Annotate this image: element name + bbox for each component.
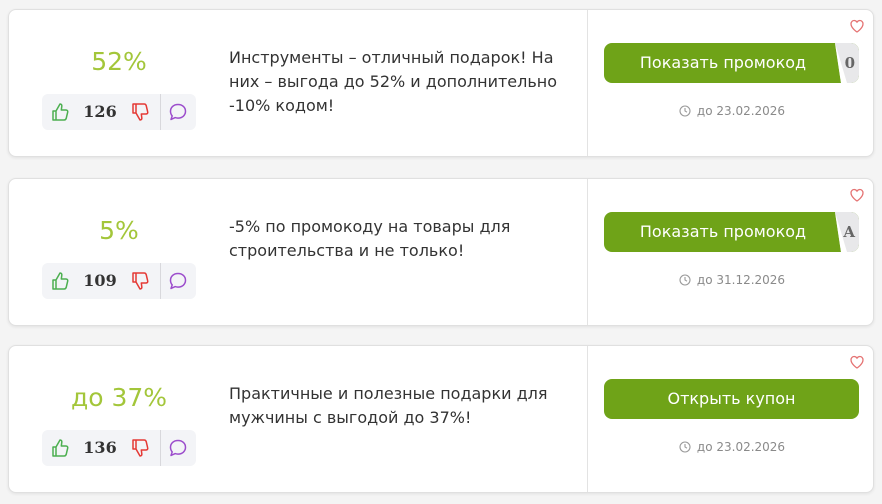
show-promo-code-button[interactable]: Показать промокод A — [604, 212, 859, 252]
button-label: Показать промокод — [639, 222, 807, 241]
clock-icon — [679, 274, 691, 286]
coupon-description: Практичные и полезные подарки для мужчин… — [229, 384, 548, 427]
code-peek: A — [827, 212, 859, 252]
expiry-text: до 31.12.2026 — [696, 273, 786, 287]
divider — [160, 430, 161, 466]
expiry-date: до 23.02.2026 — [588, 440, 876, 454]
coupon-stats: 5% 109 — [9, 179, 229, 325]
expiry-date: до 23.02.2026 — [588, 104, 876, 118]
thumbs-up-icon[interactable] — [50, 271, 70, 291]
vote-panel: 136 — [42, 430, 196, 466]
coupon-card: 5% 109 -5% по промокоду на товары для ст… — [8, 178, 874, 326]
vote-count: 109 — [83, 271, 117, 290]
comment-icon[interactable] — [168, 271, 188, 291]
thumbs-down-icon[interactable] — [130, 438, 150, 458]
comment-icon[interactable] — [168, 438, 188, 458]
button-label: Открыть купон — [667, 389, 796, 408]
coupon-actions: Показать промокод 0 до 23.02.2026 — [587, 10, 875, 156]
promo-code-peek: 0 — [844, 54, 855, 72]
coupon-actions: Показать промокод A до 31.12.2026 — [587, 179, 875, 325]
button-label: Показать промокод — [639, 53, 807, 72]
clock-icon — [679, 441, 691, 453]
thumbs-down-icon[interactable] — [130, 102, 150, 122]
promo-code-peek: A — [843, 223, 855, 241]
coupon-stats: 52% 126 — [9, 10, 229, 156]
open-coupon-button[interactable]: Открыть купон — [604, 379, 859, 419]
vote-count: 126 — [83, 102, 117, 121]
clock-icon — [679, 105, 691, 117]
vote-panel: 109 — [42, 263, 196, 299]
expiry-text: до 23.02.2026 — [696, 104, 786, 118]
coupon-stats: до 37% 136 — [9, 346, 229, 492]
expiry-text: до 23.02.2026 — [696, 440, 786, 454]
vote-count: 136 — [83, 438, 117, 457]
code-peek: 0 — [827, 43, 859, 83]
coupon-card: до 37% 136 Практичные и полезные подарки… — [8, 345, 874, 493]
show-promo-code-button[interactable]: Показать промокод 0 — [604, 43, 859, 83]
thumbs-down-icon[interactable] — [130, 271, 150, 291]
heart-icon[interactable] — [849, 187, 865, 203]
thumbs-up-icon[interactable] — [50, 438, 70, 458]
coupon-description: -5% по промокоду на товары для строитель… — [229, 217, 511, 260]
discount-value: 5% — [99, 216, 139, 245]
coupon-description: Инструменты – отличный подарок! На них –… — [229, 48, 558, 115]
thumbs-up-icon[interactable] — [50, 102, 70, 122]
discount-value: до 37% — [70, 383, 168, 412]
heart-icon[interactable] — [849, 354, 865, 370]
coupon-card: 52% 126 Инструменты – отличный подарок! … — [8, 9, 874, 157]
vote-panel: 126 — [42, 94, 196, 130]
comment-icon[interactable] — [168, 102, 188, 122]
divider — [160, 94, 161, 130]
discount-value: 52% — [91, 47, 147, 76]
heart-icon[interactable] — [849, 18, 865, 34]
expiry-date: до 31.12.2026 — [588, 273, 876, 287]
coupon-actions: Открыть купон до 23.02.2026 — [587, 346, 875, 492]
divider — [160, 263, 161, 299]
